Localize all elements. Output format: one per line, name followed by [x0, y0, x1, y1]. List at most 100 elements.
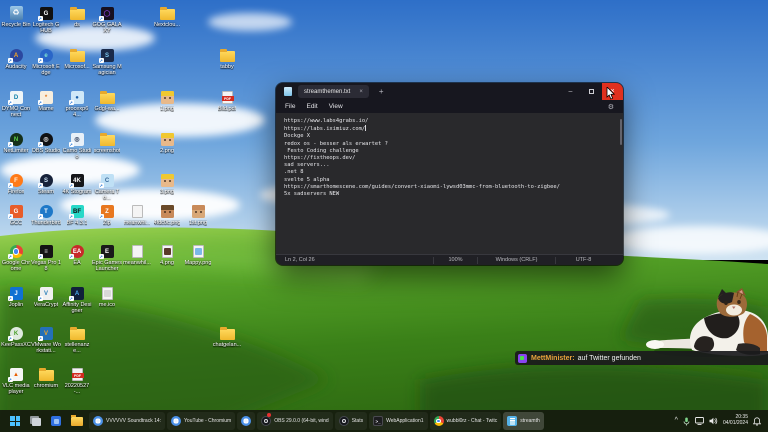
menu-file[interactable]: File	[285, 103, 295, 110]
character-image-icon	[192, 205, 205, 218]
gog-galaxy-icon: ◯↗	[101, 5, 114, 20]
encoding[interactable]: UTF-8	[555, 257, 611, 264]
taskbar-button-obs-main[interactable]: OBS 29.0.0 (64-bit, wind	[257, 412, 332, 430]
desktop-icon-me-ico[interactable]: me.ico	[92, 285, 122, 308]
desktop-icon-folder-nextcloud[interactable]: Nextclou...	[152, 5, 182, 28]
desktop-icon-audacity[interactable]: A↗Audacity	[1, 47, 31, 70]
desktop-icon-thunderbird[interactable]: T↗Thunderbird	[31, 203, 61, 226]
notification-bell-icon[interactable]	[753, 417, 761, 426]
line-ending[interactable]: Windows (CRLF)	[477, 257, 555, 264]
desktop-icon-4k-stogram[interactable]: 4K↗4K Stogram	[62, 172, 92, 195]
desktop-icon-affinity-designer[interactable]: A↗Affinity Designer	[62, 285, 92, 314]
desktop-icon-firefox[interactable]: F↗Firefox	[1, 172, 31, 195]
taskbar-button-notepad-streamthemen[interactable]: streamth	[503, 412, 543, 430]
desktop-icon-char-1[interactable]: 1.png	[152, 89, 182, 112]
shortcut-arrow-icon: ↗	[38, 16, 43, 21]
taskbar-clock[interactable]: 20:35 04/01/2024	[723, 415, 748, 427]
desktop-icon-mame[interactable]: *↗Mame	[31, 89, 61, 112]
desktop-icon-vmware-workstation[interactable]: V↗VMware Workstati...	[31, 325, 61, 354]
tab-close-icon[interactable]: ×	[359, 89, 363, 95]
notepad-tab[interactable]: streamthemen.txt ×	[298, 85, 369, 98]
taskbar-button-file-explorer[interactable]	[67, 412, 87, 430]
taskbar-button-chromium-soundtrack[interactable]: VVVVVV Soundtrack 14:	[89, 412, 165, 430]
desktop-icon-pdf-bild[interactable]: PDFBild.pdf	[212, 89, 242, 112]
menu-edit[interactable]: Edit	[306, 103, 317, 110]
microphone-icon[interactable]	[683, 417, 690, 426]
desktop-icon-camera-tool[interactable]: C↗Camera To...	[92, 172, 122, 201]
desktop-icon-keepassxc[interactable]: K↗KeePassXC	[1, 325, 31, 348]
text-caret	[365, 125, 366, 131]
zoom-level[interactable]: 100%	[433, 257, 477, 264]
desktop-icon-joplin[interactable]: J↗Joplin	[1, 285, 31, 308]
network-icon[interactable]	[695, 417, 704, 425]
desktop-icon-epic-games-launcher[interactable]: E↗Epic Games Launcher	[92, 243, 122, 272]
desktop-icon-char-2[interactable]: 2.png	[152, 131, 182, 154]
desktop-icon-char-3[interactable]: 3.png	[152, 172, 182, 195]
new-tab-button[interactable]: +	[379, 88, 384, 96]
settings-gear-icon[interactable]: ⚙	[608, 103, 614, 111]
desktop-icon-file-meanwhile-2[interactable]: meanwhil...	[122, 243, 152, 266]
desktop-icon-obs-studio[interactable]: ◎↗OBS Studio	[31, 131, 61, 154]
tray-chevron-up-icon[interactable]: ^	[675, 416, 678, 426]
taskbar-button-webapplication[interactable]: >_WebApplication1	[369, 412, 427, 430]
desktop-icon-zip[interactable]: Z↗Zip	[92, 203, 122, 226]
shortcut-arrow-icon: ↗	[69, 214, 74, 219]
desktop-icon-folder-stellenanzeigen[interactable]: stellenanze...	[62, 325, 92, 354]
desktop-icon-folder-screenshot[interactable]: screenshot	[92, 131, 122, 154]
desktop-icon-netlimiter[interactable]: N↗NetLimiter	[1, 131, 31, 154]
desktop-icon-char-1st[interactable]: 1st.png	[183, 203, 213, 226]
desktop-icon-char-beard[interactable]: 4fdc0c.png	[152, 203, 182, 226]
desktop-icon-folder-ds[interactable]: ds	[62, 5, 92, 28]
chat-badge-icon	[518, 354, 527, 363]
desktop-icon-microsoft-edge[interactable]: e↗Microsoft Edge	[31, 47, 61, 76]
desktop-icon-ea-app[interactable]: EA↗EA	[62, 243, 92, 266]
desktop-icon-pdf-20220527[interactable]: PDF20220527-...	[62, 366, 92, 395]
scrollbar-thumb[interactable]	[620, 119, 622, 145]
desktop-icon-file-meanwhile-1[interactable]: meanwhi...	[122, 203, 152, 226]
desktop-icon-vlc-media-player[interactable]: ▲↗VLC media player	[1, 366, 31, 395]
desktop-icon-folder-chatgelan[interactable]: chatgelan...	[212, 325, 242, 348]
desktop-icon-folder-chromium[interactable]: chromium	[31, 366, 61, 389]
desktop-icon-folder-microsoft[interactable]: Microsof...	[62, 47, 92, 70]
procexp64-glyph: ●↗	[71, 91, 84, 104]
desktop-icon-dymo-connect[interactable]: D↗DYMO Connect	[1, 89, 31, 118]
taskbar-button-chrome-twitch-chat[interactable]: wubbl0rz - Chat - Twitc	[430, 412, 502, 430]
desktop-icon-label: Gdgl-wa...	[94, 106, 119, 112]
desktop-icon-procexp64[interactable]: ●↗procexp64...	[62, 89, 92, 118]
desktop-icon-folder-tabby[interactable]: tabby	[212, 47, 242, 70]
desktop-icon-gcc[interactable]: G↗GCC	[1, 203, 31, 226]
speaker-icon[interactable]	[709, 417, 718, 425]
desktop-icon-recycle-bin[interactable]: ♻Recycle Bin	[1, 5, 31, 28]
taskbar-button-chromium-window[interactable]	[237, 412, 255, 430]
desktop-icon-vegas-pro[interactable]: ≡↗Vegas Pro 18	[31, 243, 61, 272]
desktop-icon-samsung-magician[interactable]: S↗Samsung Magician	[92, 47, 122, 76]
desktop-icon-img-4[interactable]: 4.png	[152, 243, 182, 266]
taskbar-button-task-view[interactable]	[26, 412, 45, 430]
taskbar-button-pinned-app[interactable]	[47, 412, 65, 430]
folder-gdgl-icon	[100, 89, 115, 104]
taskbar-button-chromium-youtube[interactable]: YouTube - Chromium	[167, 412, 235, 430]
taskbar-button-obs-stats[interactable]: Stats	[335, 412, 367, 430]
shortcut-arrow-icon: ↗	[38, 336, 43, 341]
desktop-icon-google-chrome[interactable]: ↗Google Chrome	[1, 243, 31, 272]
bf-configurator-icon: BF↗	[71, 203, 84, 218]
chat-notification[interactable]: MettMinister: auf Twitter gefunden	[515, 351, 768, 365]
desktop-icon-folder-gdgl[interactable]: Gdgl-wa...	[92, 89, 122, 112]
notepad-titlebar[interactable]: streamthemen.txt × + – ×	[276, 83, 623, 100]
chrome-icon	[434, 416, 444, 426]
desktop-icon-camo-studio[interactable]: ◎↗Camo Studio	[62, 131, 92, 160]
audacity-glyph: A↗	[10, 49, 23, 62]
taskbar-button-start[interactable]	[6, 412, 24, 430]
menu-view[interactable]: View	[329, 103, 343, 110]
notepad-text[interactable]: https://www.labs4grabs.io/https://labs.i…	[276, 113, 623, 254]
desktop-icon-logitech-g-hub[interactable]: G↗Logitech G HUB	[31, 5, 61, 34]
desktop-icon-bf-configurator[interactable]: BF↗BF 4.3.1	[62, 203, 92, 226]
desktop-icon-gog-galaxy[interactable]: ◯↗GOG GALAXY	[92, 5, 122, 34]
desktop-icon-img-mappy[interactable]: Mappy.png	[183, 243, 213, 266]
text-line: https://www.labs4grabs.io/	[284, 118, 623, 125]
desktop-icon-steam[interactable]: S↗Steam	[31, 172, 61, 195]
desktop-icon-veracrypt[interactable]: V↗VeraCrypt	[31, 285, 61, 308]
minimize-button[interactable]: –	[560, 83, 581, 100]
shortcut-arrow-icon: ↗	[8, 183, 13, 188]
maximize-button[interactable]	[581, 83, 602, 100]
